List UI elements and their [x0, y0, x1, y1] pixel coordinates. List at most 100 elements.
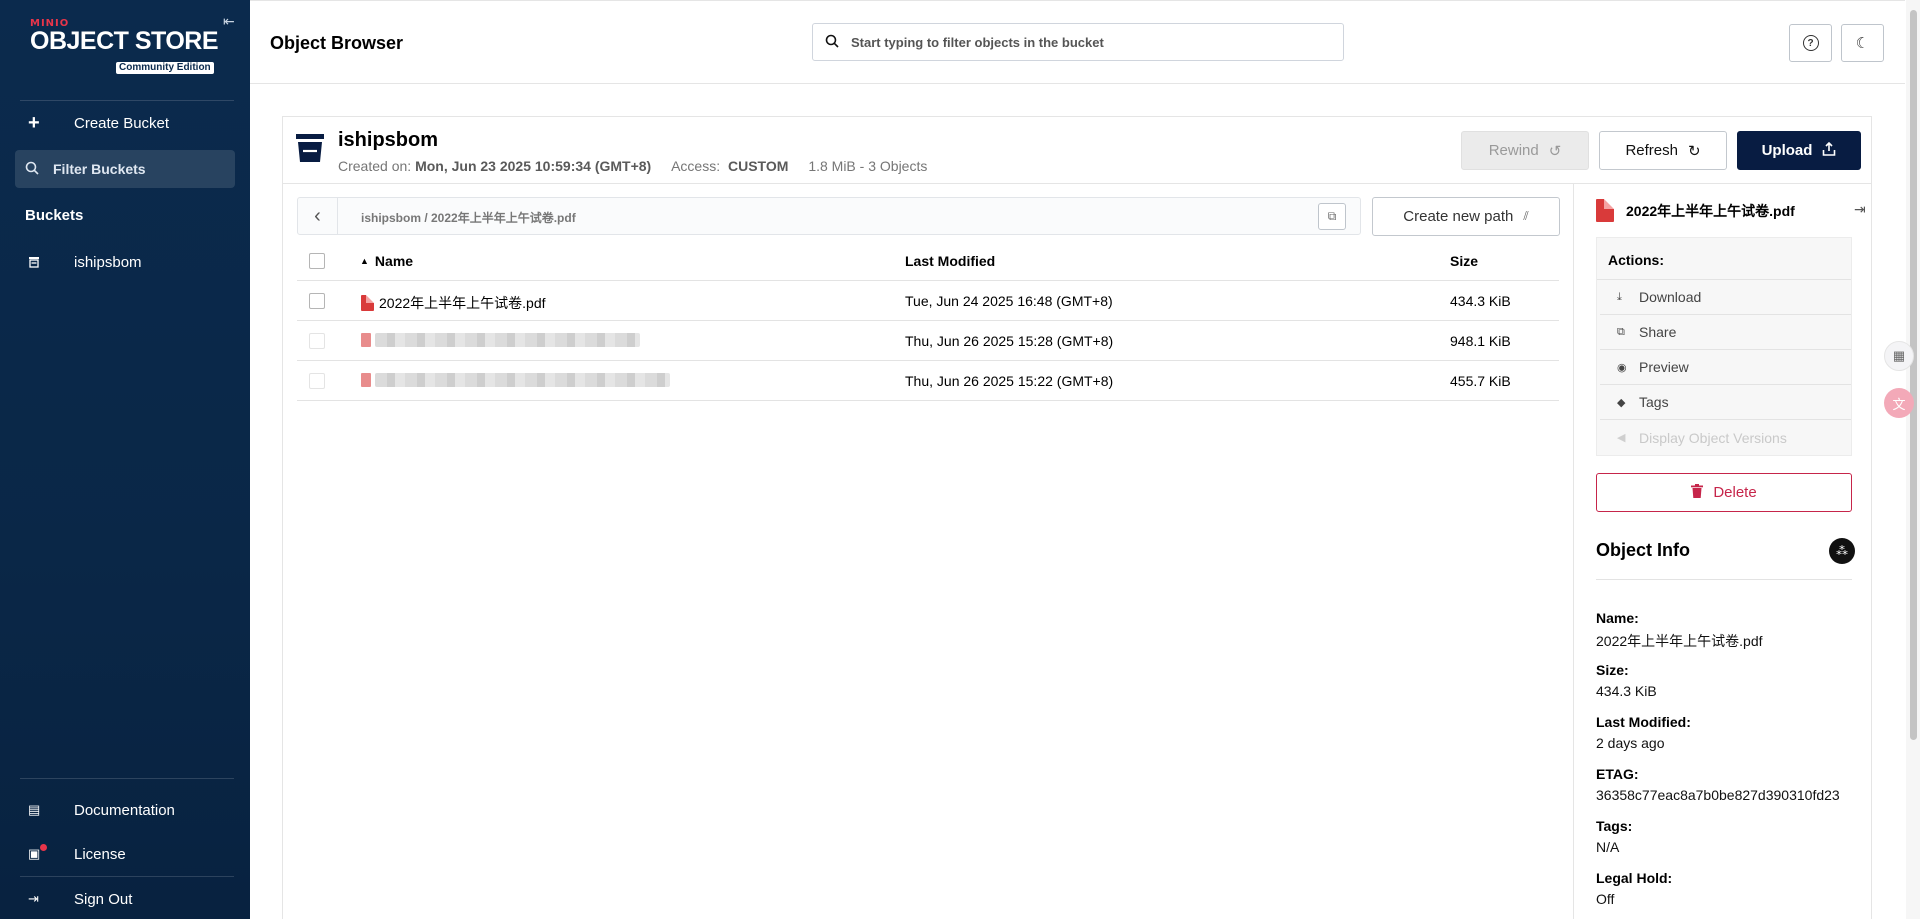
row-size: 434.3 KiB	[1450, 293, 1511, 309]
sidebar-item-ishipsbom[interactable]: ishipsbom	[20, 244, 234, 280]
breadcrumb-path[interactable]: ishipsbom / 2022年上半年上午试卷.pdf	[361, 209, 576, 226]
row-modified: Thu, Jun 26 2025 15:22 (GMT+8)	[905, 373, 1114, 389]
share-label: Share	[1639, 324, 1677, 340]
license-link[interactable]: ▣ License	[20, 836, 234, 872]
details-file-name: 2022年上半年上午试卷.pdf	[1626, 202, 1795, 219]
refresh-button[interactable]: Refresh ↻	[1599, 131, 1727, 170]
delete-button[interactable]: Delete	[1596, 473, 1852, 512]
copy-path-icon[interactable]: ⧉	[1318, 203, 1346, 230]
row-checkbox[interactable]	[309, 373, 325, 389]
refresh-icon: ↻	[1687, 142, 1701, 160]
table-row[interactable]: Thu, Jun 26 2025 15:22 (GMT+8) 455.7 KiB	[297, 361, 1559, 401]
sidebar: MINIO OBJECT STORE Community Edition ⇤ +…	[0, 0, 250, 919]
translate-icon[interactable]: 文	[1884, 388, 1914, 418]
download-label: Download	[1639, 289, 1702, 305]
info-value: 2 days ago	[1596, 735, 1665, 751]
sign-out-icon: ⇥	[28, 891, 39, 906]
preview-label: Preview	[1639, 359, 1689, 375]
row-size: 948.1 KiB	[1450, 333, 1511, 349]
divider	[20, 100, 234, 101]
metadata-icon[interactable]: ⁂	[1829, 538, 1855, 564]
display-versions-action: ◀ Display Object Versions	[1600, 420, 1851, 455]
info-legal-hold: Legal Hold: Off	[1596, 870, 1672, 907]
bucket-icon	[20, 256, 54, 268]
actions-box: Actions: ⤓ Download ⧉ Share ◉ Preview ◆ Tags…	[1596, 237, 1852, 456]
filter-buckets-placeholder: Filter Buckets	[53, 161, 146, 177]
versions-icon: ◀	[1617, 432, 1626, 444]
breadcrumb: ‹ ishipsbom / 2022年上半年上午试卷.pdf ⧉	[297, 197, 1361, 235]
access-label: Access:	[671, 158, 721, 174]
create-bucket-button[interactable]: + Create Bucket	[20, 105, 234, 141]
sign-out-button[interactable]: ⇥ Sign Out	[20, 881, 234, 917]
qr-code-icon[interactable]: ▦	[1884, 341, 1914, 371]
column-name-header[interactable]: Name	[361, 253, 413, 269]
tags-label: Tags	[1639, 394, 1669, 410]
filter-buckets-input[interactable]: Filter Buckets	[15, 150, 235, 188]
download-action[interactable]: ⤓ Download	[1600, 280, 1851, 315]
table-row[interactable]: Thu, Jun 26 2025 15:28 (GMT+8) 948.1 KiB	[297, 321, 1559, 361]
create-new-path-label: Create new path	[1403, 208, 1514, 225]
minio-logo[interactable]: MINIO OBJECT STORE Community Edition	[30, 18, 219, 74]
documentation-link[interactable]: ▤ Documentation	[20, 792, 234, 828]
share-action[interactable]: ⧉ Share	[1600, 315, 1851, 350]
tags-action[interactable]: ◆ Tags	[1600, 385, 1851, 420]
create-new-path-button[interactable]: Create new path ⫽	[1372, 197, 1560, 236]
bucket-label: ishipsbom	[74, 253, 142, 271]
rewind-button[interactable]: Rewind ↺	[1461, 131, 1589, 170]
access-value: CUSTOM	[728, 158, 789, 174]
documentation-label: Documentation	[74, 801, 175, 819]
divider	[283, 183, 1871, 184]
select-all-checkbox[interactable]	[309, 253, 325, 269]
theme-toggle-button[interactable]: ☾	[1841, 24, 1884, 62]
row-name-redacted[interactable]	[361, 373, 670, 387]
moon-icon: ☾	[1855, 35, 1870, 52]
created-label: Created on:	[338, 158, 412, 174]
object-search-input[interactable]	[851, 34, 1331, 50]
info-value: 36358c77eac8a7b0be827d390310fd23	[1596, 787, 1840, 803]
scrollbar-thumb[interactable]	[1910, 10, 1917, 740]
table-row[interactable]: 2022年上半年上午试卷.pdf Tue, Jun 24 2025 16:48 …	[297, 281, 1559, 321]
object-search-box[interactable]	[812, 23, 1344, 61]
bucket-meta: Created on: Mon, Jun 23 2025 10:59:34 (G…	[338, 158, 927, 174]
column-modified-header[interactable]: Last Modified	[905, 253, 995, 269]
row-checkbox[interactable]	[309, 333, 325, 349]
page-scrollbar[interactable]	[1906, 0, 1920, 919]
column-size-header[interactable]: Size	[1450, 253, 1478, 269]
info-value: Off	[1596, 891, 1615, 907]
row-name-redacted[interactable]	[361, 333, 640, 347]
divider	[1596, 579, 1852, 580]
details-header: 2022年上半年上午试卷.pdf	[1596, 199, 1795, 222]
info-value: 2022年上半年上午试卷.pdf	[1596, 633, 1763, 649]
plus-icon: +	[28, 111, 40, 134]
back-chevron-icon[interactable]: ‹	[298, 198, 338, 234]
divider	[20, 876, 234, 877]
redacted-name	[375, 373, 670, 387]
preview-action[interactable]: ◉ Preview	[1600, 350, 1851, 385]
row-name[interactable]: 2022年上半年上午试卷.pdf	[361, 293, 546, 313]
created-value: Mon, Jun 23 2025 10:59:34 (GMT+8)	[415, 158, 652, 174]
license-icon: ▣	[20, 844, 54, 862]
bucket-panel: ishipsbom Created on: Mon, Jun 23 2025 1…	[282, 116, 1872, 919]
divider	[1573, 183, 1574, 919]
upload-button[interactable]: Upload	[1737, 131, 1861, 170]
delete-label: Delete	[1713, 484, 1757, 501]
trash-icon	[1691, 483, 1704, 502]
info-key: Tags:	[1596, 818, 1633, 834]
row-modified: Tue, Jun 24 2025 16:48 (GMT+8)	[905, 293, 1113, 309]
rewind-label: Rewind	[1488, 142, 1539, 159]
info-key: ETAG:	[1596, 766, 1639, 782]
close-details-icon[interactable]: ⇥	[1854, 201, 1866, 218]
divider	[20, 778, 234, 779]
sign-out-label: Sign Out	[74, 890, 133, 908]
page-title: Object Browser	[270, 33, 404, 53]
upload-icon	[1822, 141, 1836, 160]
info-size: Size: 434.3 KiB	[1596, 662, 1657, 699]
bucket-name: ishipsbom	[338, 129, 439, 151]
collapse-sidebar-icon[interactable]: ⇤	[223, 13, 241, 31]
info-key: Size:	[1596, 662, 1629, 678]
help-button[interactable]: ?	[1789, 24, 1832, 62]
table-header: Name Last Modified Size	[297, 241, 1559, 281]
info-name: Name: 2022年上半年上午试卷.pdf	[1596, 610, 1763, 651]
license-label: License	[74, 845, 126, 863]
row-checkbox[interactable]	[309, 293, 325, 309]
